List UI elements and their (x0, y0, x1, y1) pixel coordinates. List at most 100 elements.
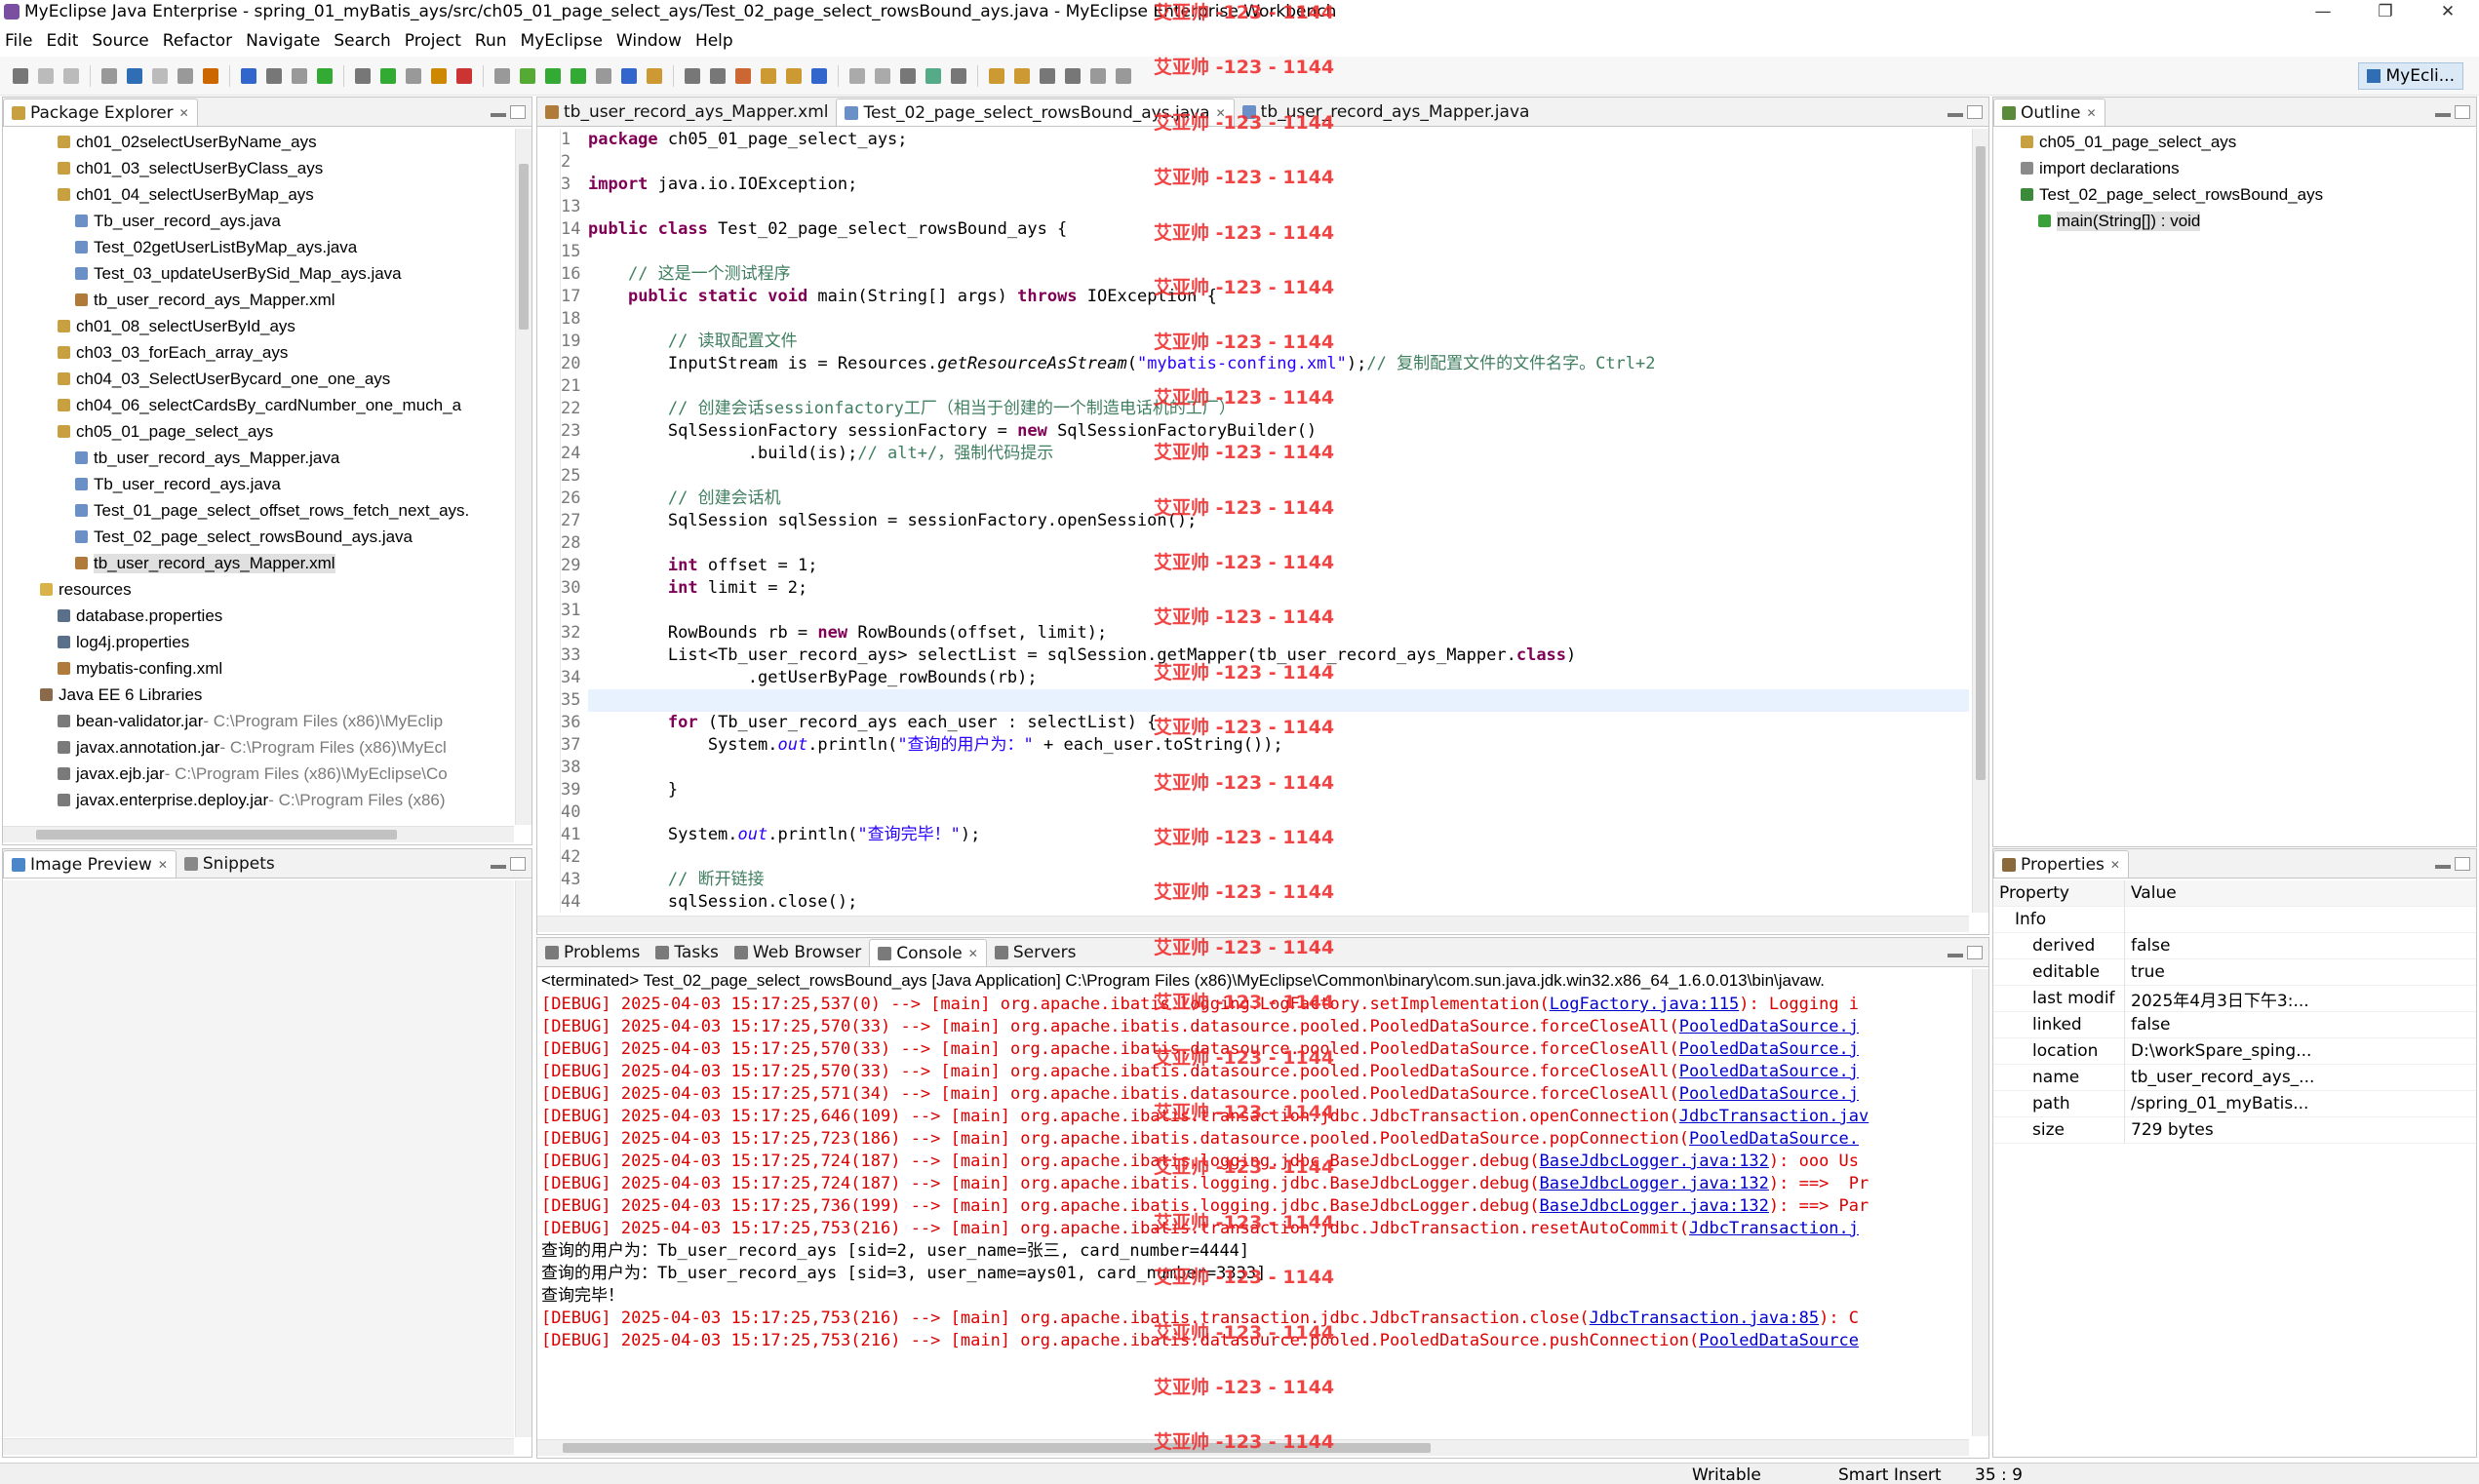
code-line[interactable]: public class Test_02_page_select_rowsBou… (588, 218, 1969, 241)
tree-item[interactable]: tb_user_record_ays_Mapper.java (3, 445, 514, 471)
maximize-view-icon[interactable] (2455, 105, 2470, 119)
tree-item[interactable]: javax.annotation.jar - C:\Program Files … (3, 734, 514, 761)
tree-item[interactable]: tb_user_record_ays_Mapper.xml (3, 550, 514, 576)
toolbar-button-icon[interactable] (177, 67, 193, 84)
tab-web-browser[interactable]: Web Browser (727, 939, 869, 966)
tab-tasks[interactable]: Tasks (648, 939, 727, 966)
menu-run[interactable]: Run (470, 31, 516, 51)
toolbar-button-icon[interactable] (647, 67, 662, 84)
tab-properties[interactable]: Properties ✕ (1993, 850, 2129, 878)
code-line[interactable] (588, 308, 1969, 331)
code-line[interactable]: // 读取配置文件 (588, 331, 1969, 353)
minimize-button[interactable]: — (2292, 0, 2354, 23)
tree-item[interactable]: ch01_02selectUserByName_ays (3, 129, 514, 155)
tree-item[interactable]: tb_user_record_ays_Mapper.xml (3, 287, 514, 313)
code-line[interactable] (588, 757, 1969, 779)
code-line[interactable]: for (Tb_user_record_ays each_user : sele… (588, 712, 1969, 734)
code-line[interactable]: System.out.println("查询的用户为：" + each_user… (588, 734, 1969, 757)
code-line[interactable]: public static void main(String[] args) t… (588, 286, 1969, 308)
property-row-size[interactable]: size 729 bytes (1993, 1116, 2476, 1144)
toolbar-button-icon[interactable] (127, 67, 142, 84)
toolbar-button-icon[interactable] (13, 67, 28, 84)
close-tab-icon[interactable]: ✕ (2087, 106, 2097, 120)
close-tab-icon[interactable]: ✕ (2110, 858, 2120, 872)
menu-project[interactable]: Project (400, 31, 470, 51)
tree-item[interactable]: ch05_01_page_select_ays (1993, 129, 2459, 155)
toolbar-button-icon[interactable] (951, 67, 966, 84)
tree-item[interactable]: Test_02getUserListByMap_ays.java (3, 234, 514, 260)
code-line[interactable]: int offset = 1; (588, 555, 1969, 577)
maximize-view-icon[interactable] (2455, 857, 2470, 871)
code-line[interactable]: sqlSession.close(); (588, 891, 1969, 913)
tree-item[interactable]: ch01_03_selectUserByClass_ays (3, 155, 514, 181)
close-tab-icon[interactable]: ✕ (179, 106, 189, 120)
minimize-view-icon[interactable] (491, 865, 506, 869)
code-line[interactable]: int limit = 2; (588, 577, 1969, 600)
code-line[interactable] (588, 689, 1969, 712)
tab-console[interactable]: Console ✕ (869, 939, 987, 966)
code-body[interactable]: package ch05_01_page_select_ays; import … (588, 129, 1969, 913)
close-button[interactable]: ✕ (2417, 0, 2479, 23)
perspective-switcher[interactable]: MyEcli... (2357, 62, 2463, 90)
code-line[interactable] (588, 151, 1969, 174)
editor-hscroll[interactable] (537, 916, 1969, 932)
tree-item[interactable]: ch04_06_selectCardsBy_cardNumber_one_muc… (3, 392, 514, 418)
menu-edit[interactable]: Edit (41, 31, 87, 51)
property-column-header[interactable]: Property (1993, 879, 2125, 907)
toolbar-button-icon[interactable] (761, 67, 776, 84)
minimize-view-icon[interactable] (2435, 865, 2451, 869)
tree-item[interactable]: ch05_01_page_select_ays (3, 418, 514, 445)
toolbar-button-icon[interactable] (735, 67, 751, 84)
tab-tb-user-record-ays-mapper-xml[interactable]: tb_user_record_ays_Mapper.xml (537, 98, 836, 126)
toolbar-button-icon[interactable] (900, 67, 916, 84)
code-editor[interactable]: 1 2 3 13 14 15 16 17 18 19 20 21 22 23 24 25 26 27 28 29 30 3… (537, 129, 1969, 913)
tree-item[interactable]: Test_01_page_select_offset_rows_fetch_ne… (3, 497, 514, 524)
tree-item[interactable]: ch01_08_selectUserById_ays (3, 313, 514, 339)
tree-item[interactable]: Test_02_page_select_rowsBound_ays (1993, 181, 2459, 208)
code-line[interactable] (588, 465, 1969, 488)
toolbar-button-icon[interactable] (241, 67, 256, 84)
toolbar-button-icon[interactable] (63, 67, 79, 84)
tree-item[interactable]: resources (3, 576, 514, 603)
toolbar-button-icon[interactable] (849, 67, 865, 84)
code-line[interactable]: InputStream is = Resources.getResourceAs… (588, 353, 1969, 375)
toolbar-button-icon[interactable] (1065, 67, 1081, 84)
code-line[interactable]: SqlSessionFactory sessionFactory = new S… (588, 420, 1969, 443)
tab-package-explorer[interactable]: Package Explorer ✕ (3, 98, 198, 126)
menu-source[interactable]: Source (87, 31, 157, 51)
property-row-last-modif[interactable]: last modif 2025年4月3日下午3:... (1993, 985, 2476, 1012)
image-preview-hscroll[interactable] (3, 1438, 514, 1455)
tree-item[interactable]: Tb_user_record_ays.java (3, 471, 514, 497)
tab-servers[interactable]: Servers (987, 939, 1084, 966)
maximize-view-icon[interactable] (510, 857, 526, 871)
code-line[interactable] (588, 846, 1969, 869)
code-line[interactable]: package ch05_01_page_select_ays; (588, 129, 1969, 151)
toolbar-button-icon[interactable] (811, 67, 827, 84)
menu-navigate[interactable]: Navigate (241, 31, 329, 51)
tree-item[interactable]: Java EE 6 Libraries (3, 682, 514, 708)
menu-help[interactable]: Help (690, 31, 742, 51)
toolbar-button-icon[interactable] (545, 67, 561, 84)
toolbar-button-icon[interactable] (571, 67, 586, 84)
toolbar-button-icon[interactable] (685, 67, 700, 84)
toolbar-button-icon[interactable] (520, 67, 535, 84)
toolbar-button-icon[interactable] (406, 67, 421, 84)
toolbar-button-icon[interactable] (1014, 67, 1030, 84)
code-line[interactable] (588, 375, 1969, 398)
minimize-view-icon[interactable] (491, 113, 506, 117)
toolbar-button-icon[interactable] (152, 67, 168, 84)
tree-item[interactable]: ch01_04_selectUserByMap_ays (3, 181, 514, 208)
tree-item[interactable]: Tb_user_record_ays.java (3, 208, 514, 234)
minimize-view-icon[interactable] (1948, 113, 1963, 117)
tab-tb-user-record-ays-mapper-java[interactable]: tb_user_record_ays_Mapper.java (1235, 98, 1538, 126)
code-line[interactable] (588, 600, 1969, 622)
minimize-view-icon[interactable] (1948, 954, 1963, 957)
image-preview-vscroll[interactable] (515, 880, 531, 1437)
toolbar-button-icon[interactable] (621, 67, 637, 84)
toolbar-button-icon[interactable] (875, 67, 890, 84)
property-row-location[interactable]: location D:\workSpare_sping... (1993, 1037, 2476, 1065)
tab-snippets[interactable]: Snippets (177, 850, 283, 878)
toolbar-button-icon[interactable] (456, 67, 472, 84)
toolbar-button-icon[interactable] (292, 67, 307, 84)
code-line[interactable]: System.out.println("查询完毕！"); (588, 824, 1969, 846)
